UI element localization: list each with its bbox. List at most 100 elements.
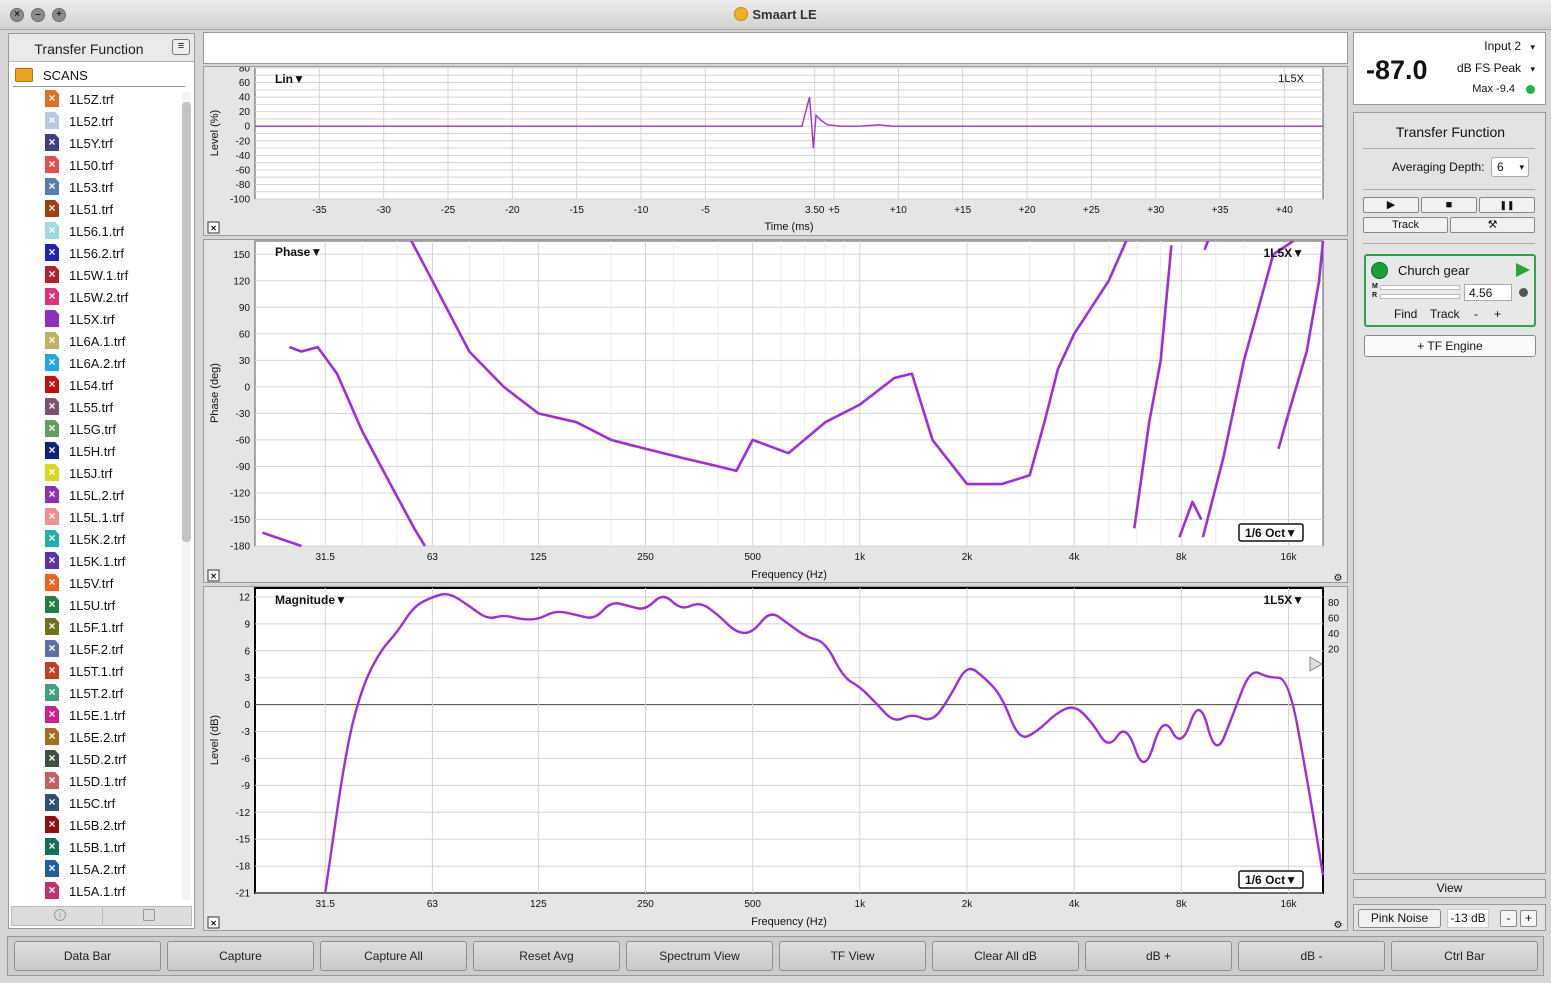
input-select[interactable]: Input 2 xyxy=(1484,39,1521,53)
reset-avg-button[interactable]: Reset Avg xyxy=(473,941,620,971)
file-item[interactable]: × 1L5C.trf xyxy=(45,792,179,814)
file-item[interactable]: × 1L5U.trf xyxy=(45,594,179,616)
file-item[interactable]: × 1L50.trf xyxy=(45,154,179,176)
magnitude-close-icon[interactable]: × xyxy=(211,919,217,930)
file-item[interactable]: × 1L5E.1.trf xyxy=(45,704,179,726)
magnitude-plot[interactable]: 12 9 6 3 0 -3 -6 -9 -12 -15 -18 -21 80 60 40 20 31.5 63 12… xyxy=(203,586,1348,931)
find-delay-button[interactable]: Find xyxy=(1394,307,1417,321)
delay-field[interactable]: 4.56 xyxy=(1464,284,1512,301)
file-item[interactable]: × 1L5F.2.trf xyxy=(45,638,179,660)
track-delay-button[interactable]: Track xyxy=(1430,307,1460,321)
file-item[interactable]: 1L5X.trf xyxy=(45,308,179,330)
file-item[interactable]: × 1L5G.trf xyxy=(45,418,179,440)
y-tick-label: -20 xyxy=(236,136,251,147)
capture-button[interactable]: Capture xyxy=(167,941,314,971)
file-item[interactable]: × 1L5V.trf xyxy=(45,572,179,594)
file-item[interactable]: × 1L5Y.trf xyxy=(45,132,179,154)
phase-plot[interactable]: 150 120 90 60 30 0 -30 -60 -90 -120 -150 -180 31.5 63… xyxy=(203,239,1348,584)
file-item[interactable]: × 1L5J.trf xyxy=(45,462,179,484)
meter-mode-select[interactable]: dB FS Peak xyxy=(1457,61,1521,75)
file-item[interactable]: × 1L51.trf xyxy=(45,198,179,220)
x-tick-label: 500 xyxy=(744,552,761,563)
file-item[interactable]: × 1L5B.2.trf xyxy=(45,814,179,836)
file-item[interactable]: × 1L5B.1.trf xyxy=(45,836,179,858)
magnitude-select[interactable]: Magnitude▼ xyxy=(275,593,347,607)
impulse-response-plot[interactable]: 80 60 40 20 0 -20 -40 -60 -80 -100 -35 -30 -25 -20 -15… xyxy=(203,66,1348,236)
magnitude-gear-icon[interactable]: ⚙ xyxy=(1334,920,1343,931)
scans-folder[interactable]: SCANS xyxy=(13,65,185,87)
file-item[interactable]: × 1L52.trf xyxy=(45,110,179,132)
file-item[interactable]: × 1L6A.1.trf xyxy=(45,330,179,352)
clear-all-db-button[interactable]: Clear All dB xyxy=(932,941,1079,971)
file-list-scrollbar[interactable] xyxy=(182,92,191,900)
file-item[interactable]: × 1L56.2.trf xyxy=(45,242,179,264)
tf-view-button[interactable]: TF View xyxy=(779,941,926,971)
x-tick-label: -20 xyxy=(505,205,520,216)
x-tick-label: 1k xyxy=(855,552,867,563)
pause-button[interactable]: ❚❚ xyxy=(1479,197,1535,213)
file-item[interactable]: × 1L5F.1.trf xyxy=(45,616,179,638)
y-axis-label: Level (%) xyxy=(209,110,221,156)
file-item[interactable]: × 1L5A.1.trf xyxy=(45,880,179,900)
file-item[interactable]: × 1L5K.2.trf xyxy=(45,528,179,550)
file-item[interactable]: × 1L5T.1.trf xyxy=(45,660,179,682)
file-item[interactable]: × 1L5D.1.trf xyxy=(45,770,179,792)
file-item[interactable]: × 1L5E.2.trf xyxy=(45,726,179,748)
file-label: 1L5F.2.trf xyxy=(69,642,124,657)
spectrum-view-button[interactable]: Spectrum View xyxy=(626,941,773,971)
file-item[interactable]: × 1L55.trf xyxy=(45,396,179,418)
magnitude-trace-select[interactable]: 1L5X▼ xyxy=(1263,593,1304,607)
phase-trace-select[interactable]: 1L5X▼ xyxy=(1263,246,1304,260)
trash-icon[interactable] xyxy=(143,909,155,921)
file-item[interactable]: × 1L5W.2.trf xyxy=(45,286,179,308)
ctrl-bar-button[interactable]: Ctrl Bar xyxy=(1391,941,1538,971)
pink-noise-button[interactable]: Pink Noise xyxy=(1358,909,1441,928)
tools-icon[interactable]: ⚒ xyxy=(1450,217,1535,233)
phase-close-icon[interactable]: × xyxy=(211,572,217,583)
stop-button[interactable]: ■ xyxy=(1421,197,1477,213)
add-tf-engine-button[interactable]: + TF Engine xyxy=(1364,335,1536,357)
data-bar-button[interactable]: Data Bar xyxy=(14,941,161,971)
noise-level-field[interactable]: -13 dB xyxy=(1447,909,1489,928)
delay-minus-button[interactable]: - xyxy=(1474,307,1478,321)
file-item[interactable]: × 1L5L.1.trf xyxy=(45,506,179,528)
file-item[interactable]: × 1L56.1.trf xyxy=(45,220,179,242)
delay-plus-button[interactable]: + xyxy=(1494,307,1501,321)
file-icon: × xyxy=(45,596,59,613)
file-item[interactable]: × 1L5K.1.trf xyxy=(45,550,179,572)
hamburger-menu-icon[interactable]: ≡ xyxy=(172,39,190,55)
file-item[interactable]: × 1L5L.2.trf xyxy=(45,484,179,506)
mode-chevron-icon[interactable]: ▾ xyxy=(1530,64,1535,75)
capture-all-button[interactable]: Capture All xyxy=(320,941,467,971)
db-plus-button[interactable]: dB + xyxy=(1085,941,1232,971)
input-chevron-icon[interactable]: ▾ xyxy=(1530,42,1535,53)
y-tick-label: 30 xyxy=(239,356,251,367)
file-item[interactable]: × 1L6A.2.trf xyxy=(45,352,179,374)
impulse-scale-select[interactable]: Lin▼ xyxy=(275,72,305,86)
file-item[interactable]: × 1L5D.2.trf xyxy=(45,748,179,770)
noise-plus-button[interactable]: + xyxy=(1520,910,1537,927)
file-item[interactable]: × 1L5T.2.trf xyxy=(45,682,179,704)
scrollbar-thumb[interactable] xyxy=(182,102,191,542)
file-item[interactable]: × 1L54.trf xyxy=(45,374,179,396)
file-item[interactable]: × 1L5W.1.trf xyxy=(45,264,179,286)
record-indicator-icon xyxy=(1519,288,1528,297)
track-button[interactable]: Track xyxy=(1363,217,1448,233)
db-minus-button[interactable]: dB - xyxy=(1238,941,1385,971)
info-icon[interactable]: i xyxy=(54,909,66,921)
engine-on-led[interactable] xyxy=(1371,262,1388,279)
file-item[interactable]: × 1L5Z.trf xyxy=(45,88,179,110)
input-meter[interactable]: Input 2 ▾ -87.0 dB FS Peak ▾ Max -9.4 xyxy=(1353,32,1546,105)
file-item[interactable]: × 1L5H.trf xyxy=(45,440,179,462)
file-item[interactable]: × 1L53.trf xyxy=(45,176,179,198)
tf-engine-card[interactable]: Church gear M R 4.56 Find Track - + xyxy=(1364,254,1536,327)
play-button[interactable]: ▶ xyxy=(1363,197,1419,213)
view-button[interactable]: View xyxy=(1353,879,1546,898)
engine-play-icon[interactable] xyxy=(1516,263,1530,277)
phase-select[interactable]: Phase▼ xyxy=(275,245,322,259)
averaging-depth-select[interactable]: 6 ▾ xyxy=(1491,157,1529,177)
file-item[interactable]: × 1L5A.2.trf xyxy=(45,858,179,880)
phase-gear-icon[interactable]: ⚙ xyxy=(1334,573,1343,584)
impulse-close-icon[interactable]: × xyxy=(211,224,217,235)
noise-minus-button[interactable]: - xyxy=(1500,910,1517,927)
